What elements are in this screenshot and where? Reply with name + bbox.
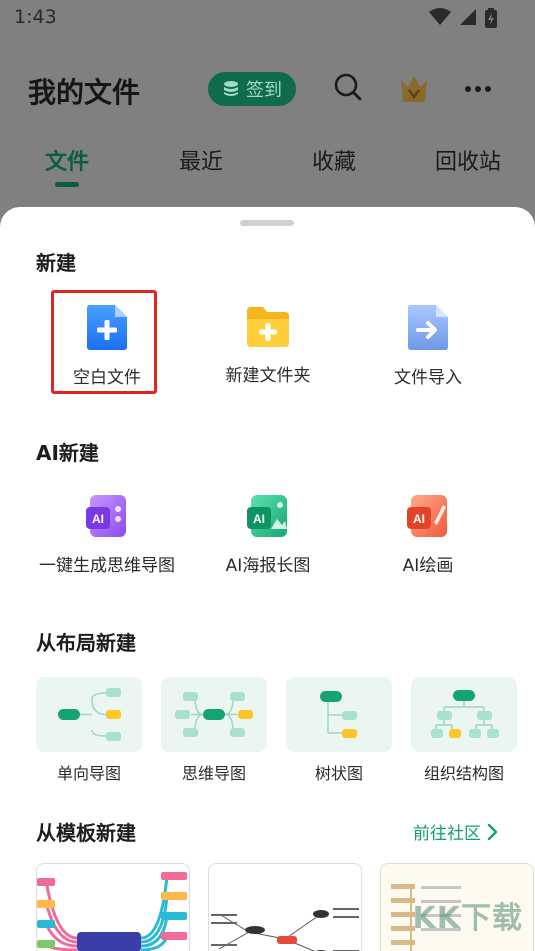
wifi-icon [429, 8, 451, 25]
chevron-right-icon [487, 823, 497, 840]
layout-card-one-way[interactable] [36, 677, 142, 752]
template-thumbnail [211, 908, 359, 951]
layout-org-chart-label: 组织结构图 [423, 764, 505, 783]
tab-recent[interactable]: 最近 [179, 144, 223, 176]
status-bar: 1:43 [0, 0, 535, 36]
svg-text:AI: AI [92, 512, 104, 526]
file-import-label: 文件导入 [394, 368, 462, 388]
layout-card-org-chart[interactable] [411, 677, 517, 752]
file-import-button[interactable]: 文件导入 [358, 303, 498, 388]
mind-map-preview [175, 692, 253, 737]
layout-card-tree[interactable] [286, 677, 392, 752]
template-card[interactable] [208, 863, 362, 951]
layout-card-mind-map[interactable] [161, 677, 267, 752]
ai-painting-icon: AI [407, 495, 447, 537]
create-bottom-sheet: 新建 空白文件 新建文件夹 文件导入 AI新建 AI 一键生成思维导图 AI A… [0, 207, 535, 951]
ai-painting-label: AI绘画 [402, 556, 454, 576]
new-folder-icon [247, 307, 289, 347]
svg-text:AI: AI [413, 512, 425, 526]
more-icon[interactable] [465, 72, 493, 102]
ai-section-title: AI新建 [36, 441, 99, 465]
layout-mind-map-label: 思维导图 [181, 764, 247, 783]
active-tab-indicator [55, 182, 79, 187]
ai-mindmap-button[interactable]: AI 一键生成思维导图 [22, 493, 192, 576]
tab-recycle-bin[interactable]: 回收站 [435, 144, 501, 176]
search-icon[interactable] [334, 72, 362, 102]
tab-bar: 文件 最近 收藏 回收站 [0, 144, 535, 194]
highlight-frame [51, 290, 157, 394]
ai-poster-label: AI海报长图 [225, 556, 311, 576]
header-actions [0, 72, 535, 108]
template-card[interactable] [36, 863, 190, 951]
file-import-icon [408, 305, 448, 350]
tree-preview [320, 691, 357, 738]
tab-files[interactable]: 文件 [45, 144, 89, 176]
org-chart-preview [431, 690, 499, 738]
layout-one-way-label: 单向导图 [56, 764, 122, 783]
new-folder-label: 新建文件夹 [225, 366, 311, 386]
template-section-title: 从模板新建 [36, 821, 136, 845]
vip-crown-icon[interactable] [398, 72, 430, 106]
layout-section-title: 从布局新建 [36, 631, 136, 655]
tab-favorites[interactable]: 收藏 [312, 144, 356, 176]
battery-icon [485, 8, 497, 28]
watermark: KK下载 [412, 901, 523, 936]
template-thumbnail [37, 872, 187, 951]
ai-mindmap-label: 一键生成思维导图 [39, 556, 175, 576]
sheet-drag-handle[interactable] [240, 220, 294, 226]
svg-text:AI: AI [253, 512, 265, 526]
status-time: 1:43 [14, 6, 57, 28]
ai-mindmap-icon: AI [86, 495, 126, 537]
ai-poster-icon: AI [247, 495, 287, 537]
ai-painting-button[interactable]: AI AI绘画 [358, 493, 498, 576]
layout-tree-label: 树状图 [314, 764, 364, 783]
community-link-label: 前往社区 [413, 824, 481, 844]
new-section-title: 新建 [36, 251, 76, 275]
one-way-map-preview [58, 688, 121, 741]
go-to-community-link[interactable]: 前往社区 [413, 819, 497, 844]
ai-poster-button[interactable]: AI AI海报长图 [198, 493, 338, 576]
signal-icon [460, 9, 476, 25]
status-icons [429, 8, 497, 28]
new-folder-button[interactable]: 新建文件夹 [198, 303, 338, 386]
